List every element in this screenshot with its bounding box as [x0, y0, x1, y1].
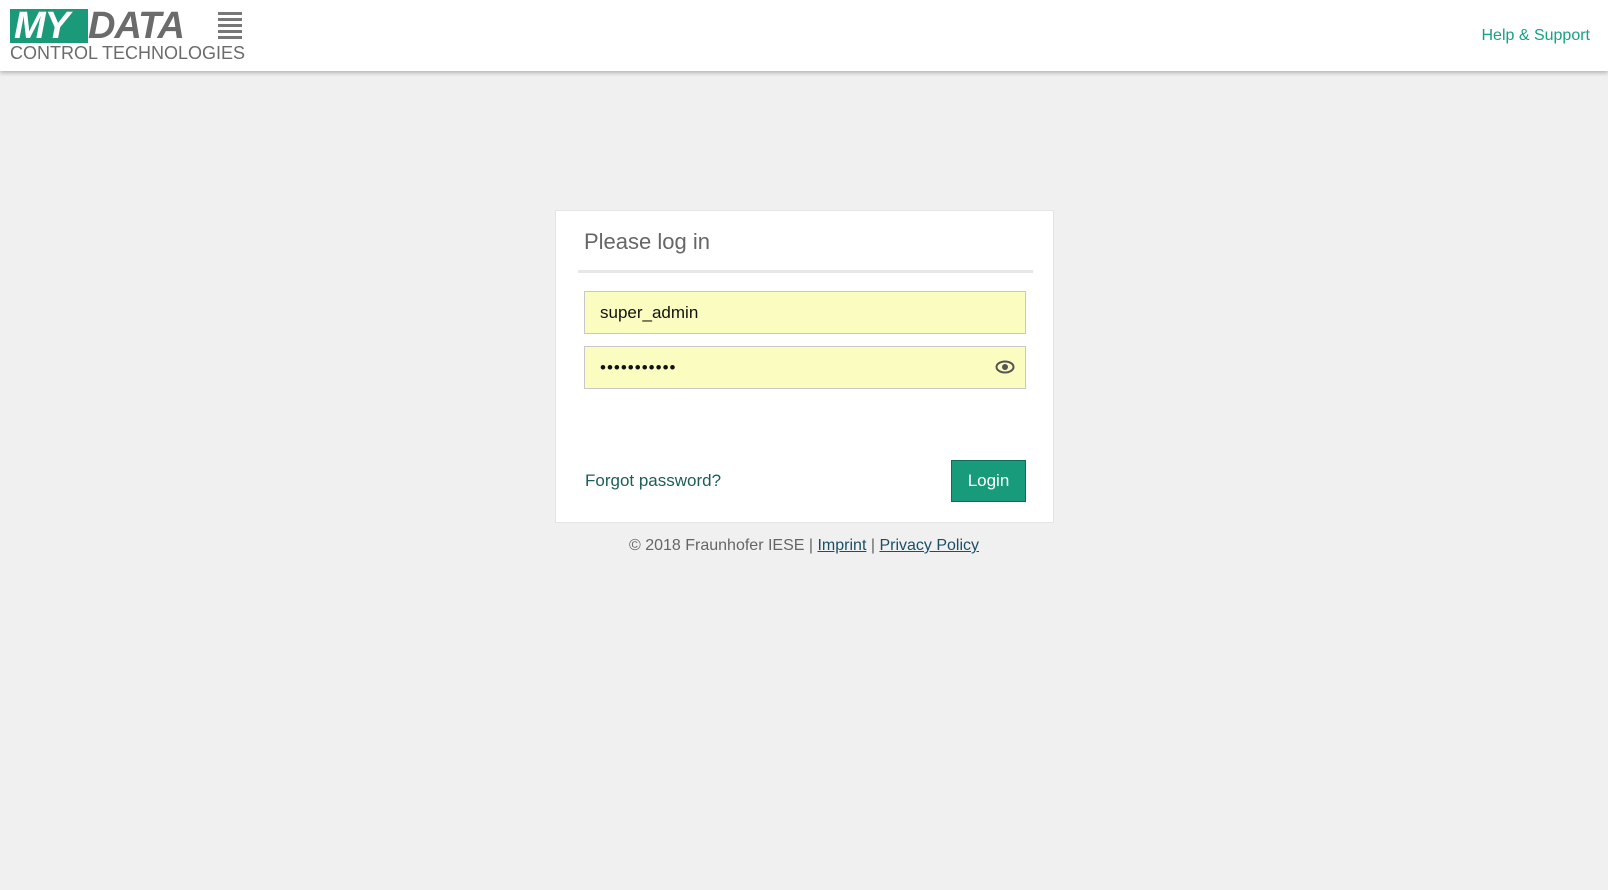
login-button[interactable]: Login — [951, 460, 1026, 502]
imprint-link[interactable]: Imprint — [817, 537, 866, 554]
copyright: © 2018 Fraunhofer IESE — [628, 537, 805, 554]
logo: MY DATA CONTROL TECHNOLOGIES — [10, 5, 246, 63]
privacy-policy-link[interactable]: Privacy Policy — [879, 537, 979, 554]
password-input[interactable]: ••••••••••• — [584, 346, 1026, 389]
eye-icon[interactable] — [995, 359, 1015, 375]
logo-tagline: CONTROL TECHNOLOGIES — [10, 43, 246, 63]
header: MY DATA CONTROL TECHNOLOGIES Help & Supp… — [0, 0, 1608, 71]
logo-lines — [218, 12, 242, 42]
username-input[interactable]: super_admin — [584, 291, 1026, 334]
footer: © 2018 Fraunhofer IESE | Imprint | Priva… — [0, 537, 1608, 555]
separator: | — [866, 537, 880, 554]
logo-my: MY — [10, 7, 88, 45]
login-title: Please log in — [584, 229, 710, 254]
help-support-link[interactable]: Help & Support — [1481, 27, 1590, 45]
forgot-password-link[interactable]: Forgot password? — [585, 471, 721, 491]
password-value: ••••••••••• — [600, 358, 677, 377]
logo-data: DATA — [88, 5, 185, 47]
login-card: Please log in super_admin ••••••••••• Fo… — [555, 210, 1054, 523]
separator: | — [804, 537, 818, 554]
divider — [578, 270, 1033, 273]
